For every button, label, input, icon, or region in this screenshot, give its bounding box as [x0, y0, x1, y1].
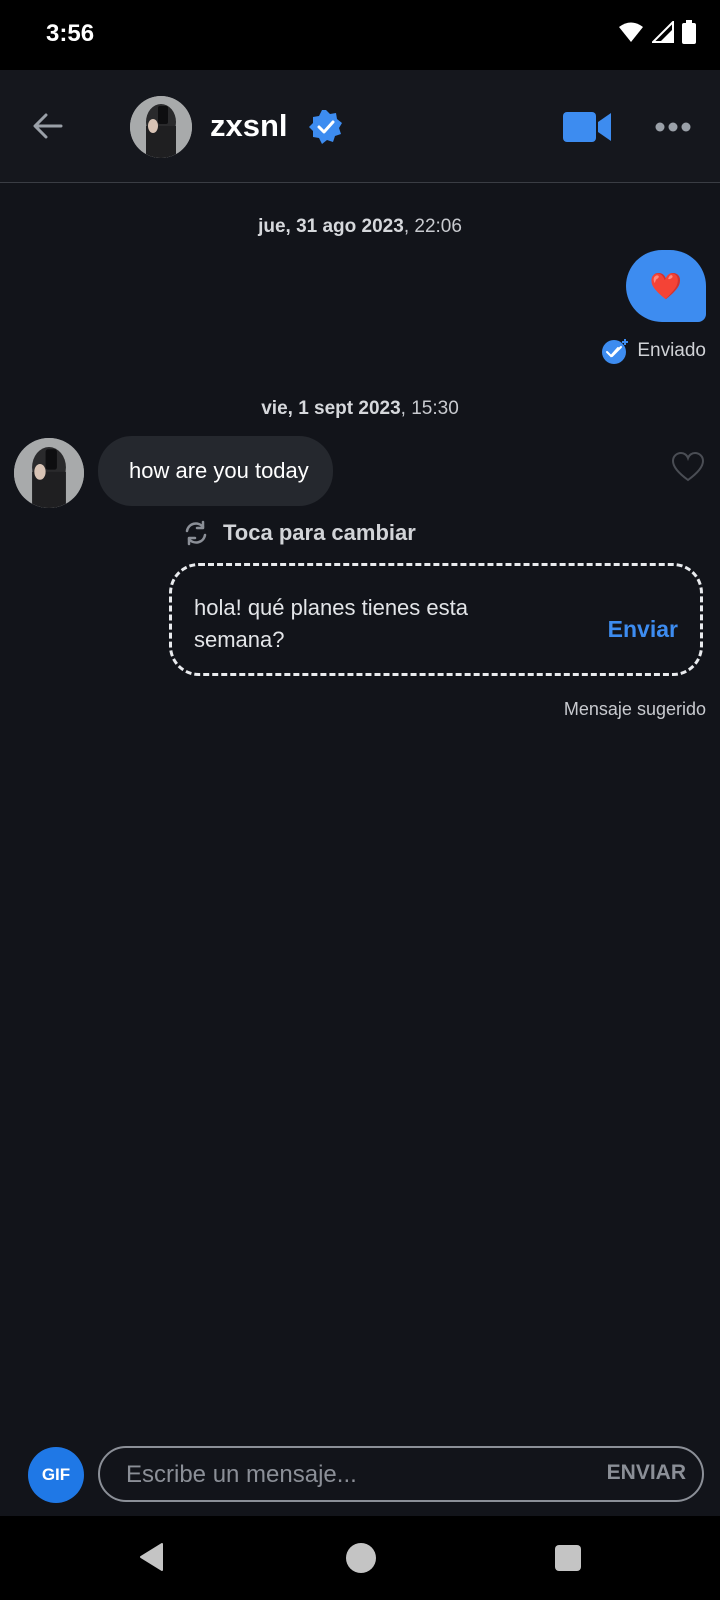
verified-badge-icon	[309, 110, 342, 144]
heart-emoji: ❤️	[649, 270, 683, 301]
message-input[interactable]	[124, 1448, 568, 1502]
sent-check-icon	[602, 339, 629, 364]
nav-recents-icon[interactable]	[555, 1545, 581, 1571]
chat-header: zxsnl	[0, 70, 720, 183]
video-call-button[interactable]	[563, 110, 613, 144]
status-icons	[618, 20, 696, 44]
date-separator-date: jue, 31 ago 2023	[258, 216, 404, 237]
chat-username[interactable]: zxsnl	[210, 108, 288, 144]
heart-outline-icon	[671, 451, 705, 482]
message-input-wrapper: ENVIAR	[98, 1446, 704, 1502]
received-message-text: how are you today	[129, 458, 309, 483]
video-camera-icon	[563, 112, 611, 142]
suggested-message-caption: Mensaje sugerido	[563, 699, 706, 719]
profile-avatar[interactable]	[130, 96, 192, 158]
more-options-icon	[655, 122, 691, 132]
sent-message-bubble[interactable]: ❤️	[626, 250, 706, 322]
suggested-message-text: hola! qué planes tienes esta semana?	[194, 595, 468, 652]
status-bar: 3:56	[0, 0, 720, 70]
back-button[interactable]	[28, 106, 68, 146]
swap-suggestion-button[interactable]: Toca para cambiar	[183, 520, 416, 546]
swap-suggestion-label: Toca para cambiar	[223, 520, 416, 545]
date-separator-time: 15:30	[411, 398, 459, 419]
wifi-icon	[619, 22, 643, 42]
date-separator: vie, 1 sept 2023, 15:30	[261, 398, 459, 419]
status-time: 3:56	[46, 20, 95, 47]
sender-avatar[interactable]	[14, 438, 84, 508]
sent-status: Enviado	[601, 337, 706, 365]
received-message-bubble[interactable]: how are you today	[98, 436, 333, 506]
date-separator-time: 22:06	[414, 216, 462, 237]
nav-back-icon[interactable]	[138, 1542, 164, 1572]
send-button[interactable]: ENVIAR	[607, 1461, 686, 1485]
like-button[interactable]	[671, 451, 705, 483]
refresh-icon	[185, 520, 207, 546]
battery-icon	[682, 20, 696, 44]
back-arrow-icon	[33, 113, 63, 139]
suggested-message-card[interactable]: hola! qué planes tienes esta semana? Env…	[169, 563, 703, 676]
date-separator: jue, 31 ago 2023, 22:06	[258, 216, 462, 237]
gif-button[interactable]: GIF	[28, 1447, 84, 1503]
message-composer: GIF ENVIAR	[0, 1430, 720, 1514]
more-options-button[interactable]	[654, 114, 692, 140]
signal-icon	[652, 21, 674, 43]
date-separator-date: vie, 1 sept 2023	[261, 398, 401, 419]
send-suggestion-button[interactable]: Enviar	[608, 616, 678, 643]
system-nav-bar	[0, 1516, 720, 1600]
nav-home-icon[interactable]	[346, 1543, 376, 1573]
sent-status-label: Enviado	[637, 340, 706, 361]
